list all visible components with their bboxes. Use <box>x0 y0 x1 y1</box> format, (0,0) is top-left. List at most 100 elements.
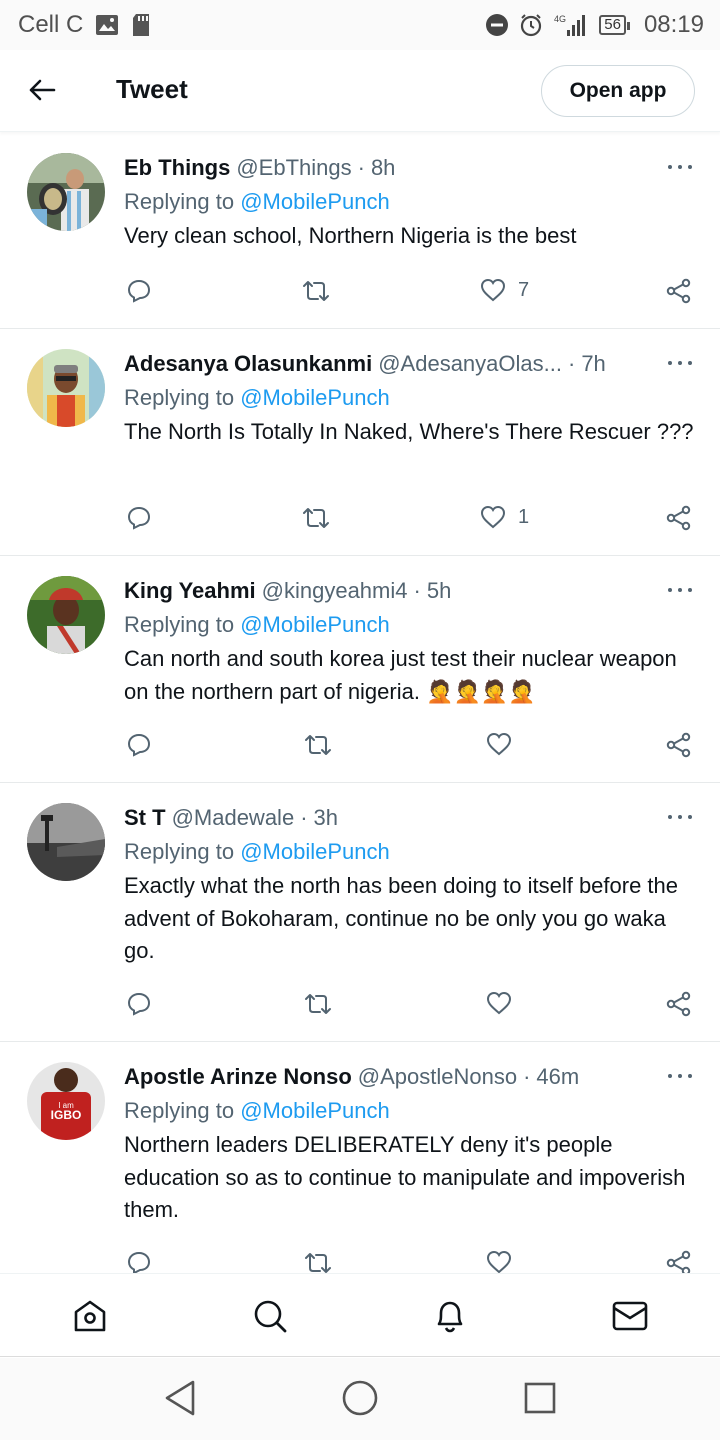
tweet-timestamp[interactable]: 7h <box>581 347 605 381</box>
heart-icon <box>486 991 512 1015</box>
reply-button[interactable] <box>126 505 152 531</box>
status-bar: Cell C 4G 56 08:19 <box>0 0 720 50</box>
author-name[interactable]: Adesanya Olasunkanmi <box>124 347 372 381</box>
system-recents-button[interactable] <box>520 1378 560 1418</box>
search-icon <box>254 1300 287 1333</box>
tweet-item[interactable]: Adesanya Olasunkanmi @AdesanyaOlas... · … <box>0 329 720 556</box>
replying-to-line: Replying to @MobilePunch <box>124 185 696 219</box>
clock-label: 08:19 <box>643 11 704 38</box>
retweet-button[interactable] <box>304 732 332 758</box>
share-icon <box>666 1250 691 1273</box>
tweet-text: Very clean school, Northern Nigeria is t… <box>124 223 577 248</box>
retweet-button[interactable] <box>304 991 332 1017</box>
author-name[interactable]: Apostle Arinze Nonso <box>124 1060 352 1094</box>
tweet-actions: 7 <box>124 278 696 308</box>
separator-dot: · <box>300 805 308 830</box>
share-button[interactable] <box>666 278 692 304</box>
system-home-button[interactable] <box>340 1378 380 1418</box>
replying-to-label: Replying to <box>124 189 235 214</box>
like-button[interactable]: 7 <box>480 278 529 302</box>
author-name[interactable]: King Yeahmi <box>124 574 256 608</box>
more-options-button[interactable] <box>668 580 692 600</box>
share-button[interactable] <box>666 991 692 1017</box>
signal-icon: 4G <box>553 12 589 38</box>
author-handle[interactable]: @EbThings <box>236 151 351 185</box>
like-count: 1 <box>518 505 530 528</box>
retweet-button[interactable] <box>302 278 330 304</box>
more-options-button[interactable] <box>668 157 692 177</box>
avatar[interactable] <box>27 803 105 881</box>
app-header: Tweet Open app <box>0 50 720 132</box>
share-icon <box>666 505 691 531</box>
share-icon <box>666 732 691 758</box>
mention-link[interactable]: @MobilePunch <box>240 189 390 214</box>
reply-icon <box>127 733 151 757</box>
tweet-timestamp[interactable]: 3h <box>314 801 338 835</box>
system-back-button[interactable] <box>160 1378 200 1418</box>
avatar[interactable]: I am IGBO <box>27 1062 105 1140</box>
retweet-button[interactable] <box>304 1250 332 1273</box>
tweet-actions <box>124 1250 696 1273</box>
tweet-timestamp[interactable]: 46m <box>536 1060 579 1094</box>
more-options-button[interactable] <box>668 1066 692 1086</box>
retweet-icon <box>303 508 329 528</box>
like-button[interactable] <box>486 1250 512 1273</box>
home-icon <box>74 1300 106 1332</box>
retweet-button[interactable] <box>302 505 330 531</box>
nav-messages-button[interactable] <box>610 1296 650 1336</box>
tweet-timestamp[interactable]: 8h <box>371 151 395 185</box>
tweet-actions <box>124 732 696 762</box>
mention-link[interactable]: @MobilePunch <box>240 385 390 410</box>
tweet-item[interactable]: King Yeahmi @kingyeahmi4 · 5h Replying t… <box>0 556 720 783</box>
author-handle[interactable]: @Madewale <box>172 801 295 835</box>
author-handle[interactable]: @ApostleNonso <box>358 1060 517 1094</box>
messages-icon <box>612 1301 648 1331</box>
reply-button[interactable] <box>126 991 152 1017</box>
alarm-icon <box>519 13 543 37</box>
tweet-item[interactable]: St T @Madewale · 3h Replying to @MobileP… <box>0 783 720 1042</box>
avatar[interactable] <box>27 349 105 427</box>
author-handle[interactable]: @AdesanyaOlas... <box>378 347 562 381</box>
share-button[interactable] <box>666 505 692 531</box>
reply-button[interactable] <box>126 1250 152 1273</box>
avatar[interactable] <box>27 153 105 231</box>
reply-button[interactable] <box>126 278 152 304</box>
like-count: 7 <box>518 278 530 301</box>
home-circle-icon <box>342 1380 378 1416</box>
avatar[interactable] <box>27 576 105 654</box>
retweet-icon <box>303 281 329 301</box>
tweet-text: Can north and south korea just test thei… <box>124 646 677 704</box>
notifications-icon <box>437 1301 463 1333</box>
share-button[interactable] <box>666 1250 692 1273</box>
tweet-text: Exactly what the north has been doing to… <box>124 873 679 963</box>
author-name[interactable]: St T <box>124 801 166 835</box>
nav-home-button[interactable] <box>70 1296 110 1336</box>
like-button[interactable]: 1 <box>480 505 529 529</box>
more-options-button[interactable] <box>668 807 692 827</box>
retweet-icon <box>305 735 331 755</box>
tweet-item[interactable]: I am IGBO Apostle Arinze Nonso @ApostleNo… <box>0 1042 720 1273</box>
author-handle[interactable]: @kingyeahmi4 <box>262 574 408 608</box>
open-app-button[interactable]: Open app <box>541 65 695 117</box>
replying-to-label: Replying to <box>124 385 235 410</box>
like-button[interactable] <box>486 732 512 756</box>
mention-link[interactable]: @MobilePunch <box>240 839 390 864</box>
tweet-item[interactable]: Eb Things @EbThings · 8h Replying to @Mo… <box>0 133 720 329</box>
reply-button[interactable] <box>126 732 152 758</box>
tweet-timestamp[interactable]: 5h <box>427 574 451 608</box>
battery-icon: 56 <box>599 15 630 35</box>
nav-notifications-button[interactable] <box>430 1296 470 1336</box>
back-button[interactable] <box>24 72 60 108</box>
mention-link[interactable]: @MobilePunch <box>240 612 390 637</box>
replying-to-line: Replying to @MobilePunch <box>124 1094 696 1128</box>
mention-link[interactable]: @MobilePunch <box>240 1098 390 1123</box>
bottom-navigation <box>0 1273 720 1357</box>
network-type-label: 4G <box>554 14 566 24</box>
more-options-button[interactable] <box>668 353 692 373</box>
author-name[interactable]: Eb Things <box>124 151 230 185</box>
separator-dot: · <box>523 1064 531 1089</box>
heart-icon <box>486 732 512 756</box>
like-button[interactable] <box>486 991 512 1015</box>
share-button[interactable] <box>666 732 692 758</box>
nav-search-button[interactable] <box>250 1296 290 1336</box>
